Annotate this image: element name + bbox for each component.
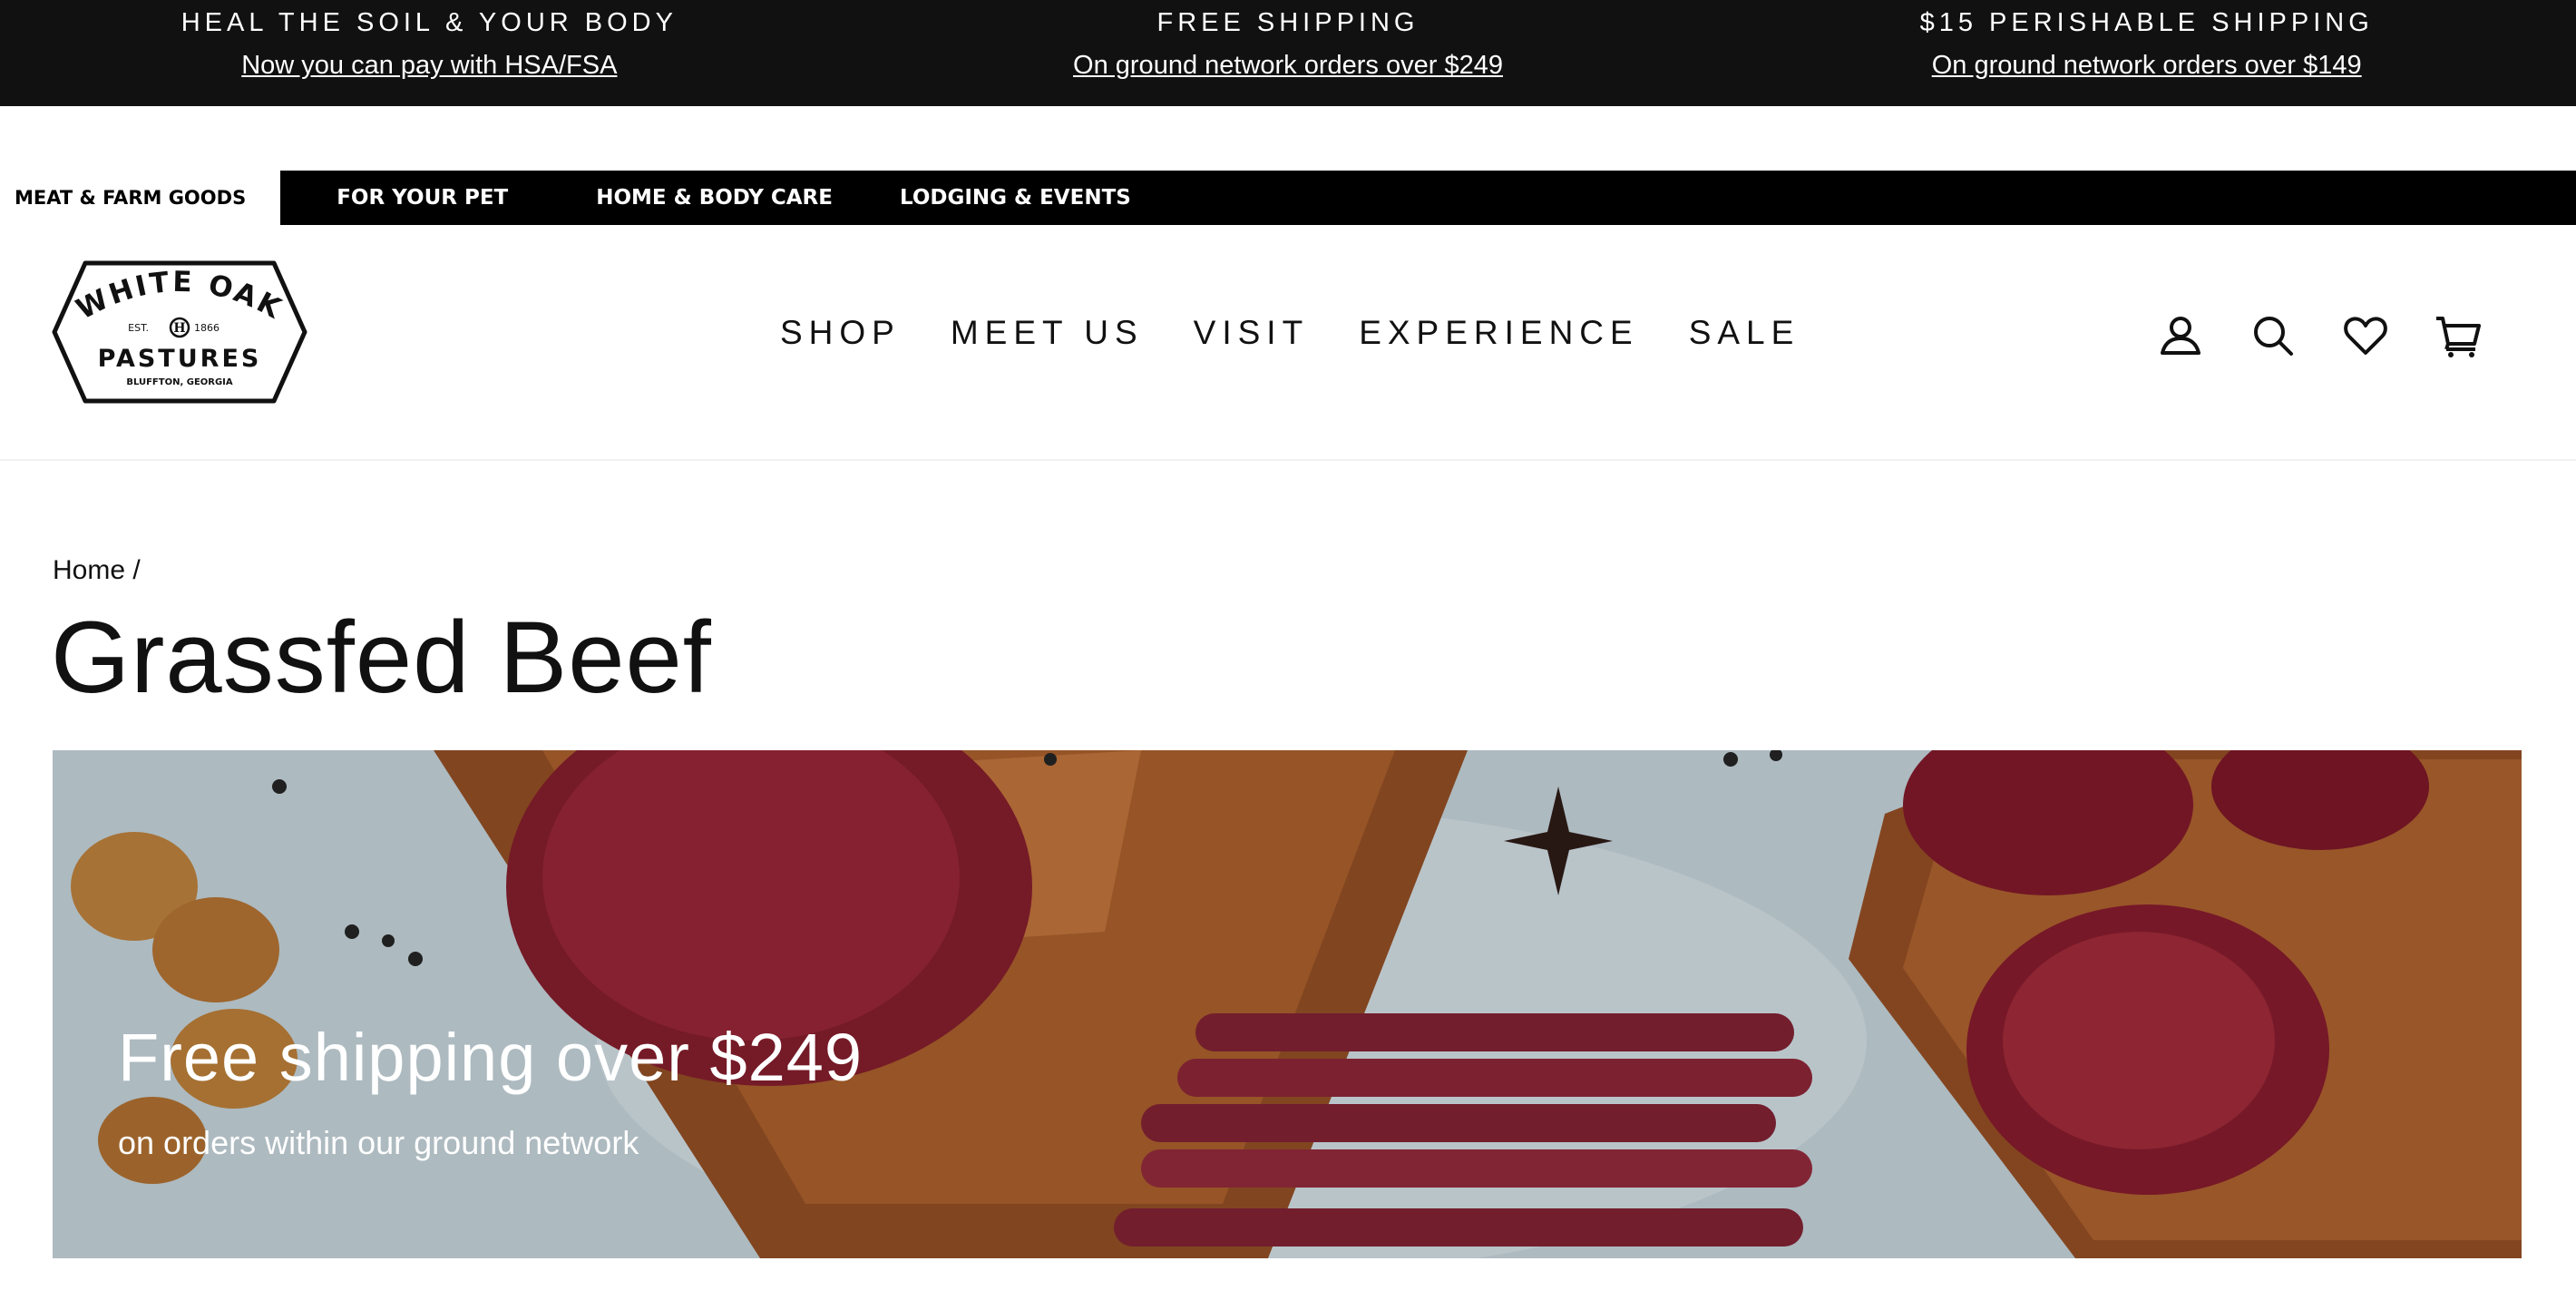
hero-title: Free shipping over $249 (118, 1020, 864, 1095)
announcement-title: $15 PERISHABLE SHIPPING (1919, 8, 2374, 37)
main-nav: SHOP MEET US VISIT EXPERIENCE SALE (780, 314, 1849, 352)
announcement-free-shipping: FREE SHIPPING On ground network orders o… (859, 0, 1718, 106)
logo-monogram: H (173, 321, 185, 336)
perishable-shipping-link[interactable]: On ground network orders over $149 (1932, 47, 2362, 83)
store-tab-home-body-care[interactable]: HOME & BODY CARE (508, 171, 833, 225)
header-icons (2153, 308, 2523, 363)
store-tab-bar: MEAT & FARM GOODS FOR YOUR PET HOME & BO… (0, 171, 2576, 225)
search-icon[interactable] (2246, 308, 2300, 363)
store-tab-meat-farm-goods[interactable]: MEAT & FARM GOODS (0, 171, 281, 225)
site-header: WHITE OAK EST. H 1866 PASTURES BLUFFTON,… (0, 225, 2576, 461)
site-logo[interactable]: WHITE OAK EST. H 1866 PASTURES BLUFFTON,… (51, 259, 308, 405)
breadcrumb-home[interactable]: Home (53, 555, 125, 585)
nav-visit[interactable]: VISIT (1194, 314, 1310, 352)
heart-icon[interactable] (2338, 308, 2393, 363)
hero-subtitle: on orders within our ground network (118, 1124, 639, 1161)
free-shipping-link[interactable]: On ground network orders over $249 (1073, 47, 1503, 83)
logo-year: 1866 (194, 322, 220, 334)
store-tab-lodging-events[interactable]: LODGING & EVENTS (833, 171, 1131, 225)
content-fade (0, 1263, 2576, 1310)
account-icon[interactable] (2153, 308, 2208, 363)
announcement-title: FREE SHIPPING (1156, 8, 1420, 37)
nav-shop[interactable]: SHOP (780, 314, 901, 352)
announcement-hsa: HEAL THE SOIL & YOUR BODY Now you can pa… (0, 0, 859, 106)
page-title: Grassfed Beef (51, 601, 712, 714)
hero-banner[interactable]: Free shipping over $249 on orders within… (53, 750, 2522, 1258)
cart-icon[interactable] (2431, 308, 2485, 363)
breadcrumb: Home / (53, 555, 141, 586)
announcement-bar: HEAL THE SOIL & YOUR BODY Now you can pa… (0, 0, 2576, 106)
logo-line3: BLUFFTON, GEORGIA (126, 377, 233, 387)
nav-experience[interactable]: EXPERIENCE (1359, 314, 1639, 352)
logo-est: EST. (128, 322, 149, 334)
nav-meet-us[interactable]: MEET US (951, 314, 1144, 352)
logo-line2: PASTURES (98, 345, 262, 373)
store-tab-for-your-pet[interactable]: FOR YOUR PET (280, 171, 508, 225)
nav-sale[interactable]: SALE (1689, 314, 1800, 352)
breadcrumb-separator: / (132, 555, 141, 585)
announcement-perishable: $15 PERISHABLE SHIPPING On ground networ… (1717, 0, 2576, 106)
announcement-title: HEAL THE SOIL & YOUR BODY (181, 8, 678, 37)
hsa-fsa-link[interactable]: Now you can pay with HSA/FSA (241, 47, 617, 83)
hero-food-image (53, 750, 2522, 1258)
